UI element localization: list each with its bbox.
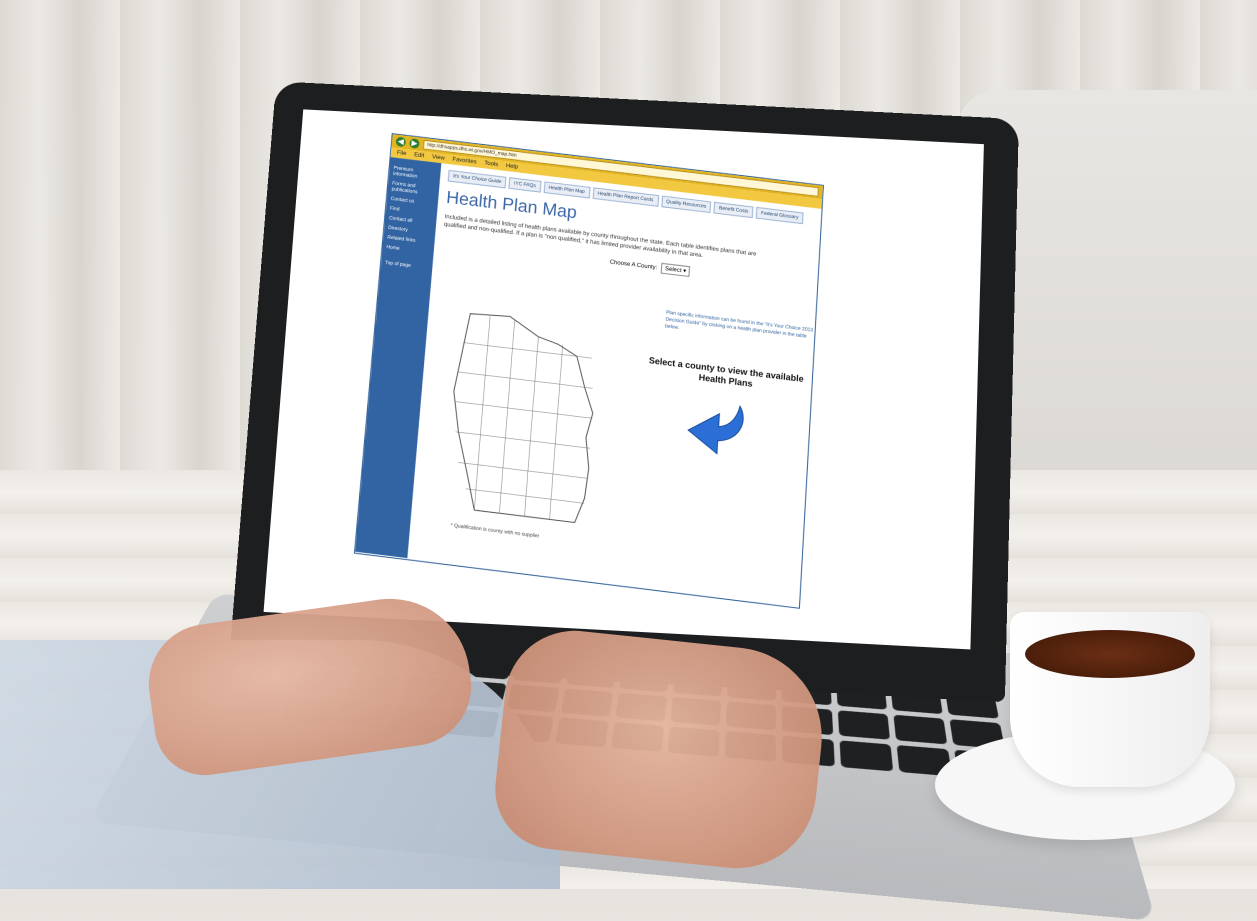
keyboard-key[interactable] bbox=[839, 740, 893, 772]
tab-federal-glossary[interactable]: Federal Glossary bbox=[755, 206, 804, 225]
tab-quality-resources[interactable]: Quality Resources bbox=[660, 195, 712, 214]
main-content: It's Your Choice Guide IYC FAQs Health P… bbox=[407, 163, 821, 606]
county-label: Choose A County: bbox=[609, 259, 658, 271]
browser-body: Premium information Forms and publicatio… bbox=[355, 157, 822, 607]
tab-iyc-faqs[interactable]: IYC FAQs bbox=[508, 177, 542, 193]
county-chooser: Choose A County: Select ▾ bbox=[609, 257, 809, 292]
right-hand bbox=[489, 623, 831, 877]
curved-arrow-left-icon bbox=[677, 394, 751, 462]
tab-iyc-guide[interactable]: It's Your Choice Guide bbox=[447, 169, 507, 189]
tab-health-plan-map[interactable]: Health Plan Map bbox=[543, 181, 591, 199]
select-county-prompt: Select a county to view the available He… bbox=[648, 355, 804, 389]
laptop-screen: ◀ ▶ http://dhsapps.dhs.wi.gov/HMO_map.ht… bbox=[263, 109, 984, 650]
nav-item-top-of-page[interactable]: Top of page bbox=[381, 257, 433, 273]
keyboard-key[interactable] bbox=[837, 710, 890, 740]
map-footnote: * Qualification is county with no suppli… bbox=[450, 522, 540, 540]
back-icon[interactable]: ◀ bbox=[395, 136, 407, 148]
tea-cup bbox=[1010, 612, 1210, 787]
forward-icon[interactable]: ▶ bbox=[409, 138, 420, 149]
browser-window: ◀ ▶ http://dhsapps.dhs.wi.gov/HMO_map.ht… bbox=[353, 133, 824, 609]
tab-benefit-costs[interactable]: Benefit Costs bbox=[713, 201, 754, 219]
wisconsin-county-map[interactable] bbox=[434, 301, 630, 532]
keyboard-key[interactable] bbox=[893, 714, 948, 745]
tab-report-cards[interactable]: Health Plan Report Cards bbox=[592, 187, 659, 207]
tea bbox=[1025, 630, 1195, 678]
county-select[interactable]: Select ▾ bbox=[660, 262, 691, 278]
info-note: Plan specific information can be found i… bbox=[664, 309, 814, 340]
county-selected-value: Select bbox=[664, 266, 682, 275]
